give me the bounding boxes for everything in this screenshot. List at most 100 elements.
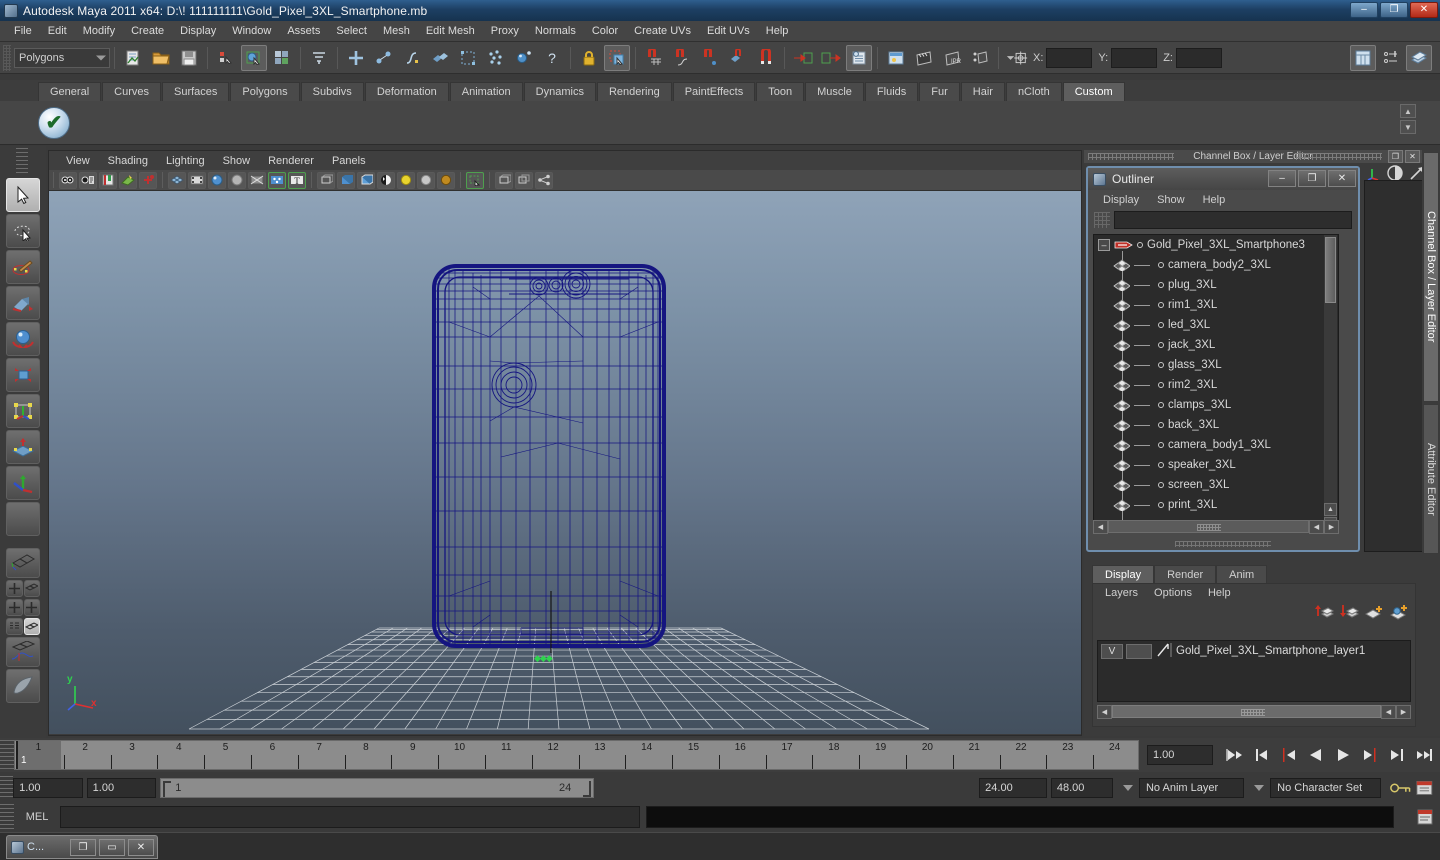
menu-modify[interactable]: Modify <box>75 23 123 39</box>
shelf-tab-rendering[interactable]: Rendering <box>596 82 672 101</box>
viewport-menu-lighting[interactable]: Lighting <box>157 154 214 168</box>
shadows-icon[interactable] <box>437 171 455 189</box>
xray-icon[interactable] <box>248 171 266 189</box>
range-end-time-field[interactable]: 24.00 <box>979 778 1047 798</box>
x-coordinate-field[interactable] <box>1046 47 1093 68</box>
dock-restore-button[interactable]: ❐ <box>1388 150 1403 163</box>
select-by-component-type-icon[interactable] <box>269 45 295 71</box>
render-settings-icon[interactable]: IPR <box>939 45 965 71</box>
move-layer-down-icon[interactable] <box>1339 603 1359 621</box>
use-default-light-icon[interactable] <box>397 171 415 189</box>
construction-history-icon[interactable] <box>846 44 872 71</box>
outliner-item-led_3xl[interactable]: led_3XL <box>1094 315 1338 335</box>
shelf-tab-surfaces[interactable]: Surfaces <box>161 82 230 101</box>
time-slider-gripper[interactable] <box>0 740 14 770</box>
move-layer-up-icon[interactable] <box>1314 603 1334 621</box>
snap-to-curve-icon[interactable] <box>669 45 695 71</box>
outliner-item-jack_3xl[interactable]: jack_3XL <box>1094 335 1338 355</box>
outliner-item-screen_3xl[interactable]: screen_3XL <box>1094 475 1338 495</box>
animation-start-time-field[interactable]: 1.00 <box>13 778 83 798</box>
lattice-component-icon[interactable] <box>455 45 481 71</box>
persp-graph-editor-layout[interactable] <box>6 637 40 667</box>
outliner-persp-layout[interactable] <box>6 618 23 635</box>
gate-mask-icon[interactable] <box>228 171 246 189</box>
viewport-menu-view[interactable]: View <box>57 154 99 168</box>
dock-close-button[interactable]: ✕ <box>1405 150 1420 163</box>
character-set-selector[interactable]: No Character Set <box>1270 778 1381 798</box>
menu-create-uvs[interactable]: Create UVs <box>626 23 699 39</box>
menu-edit-mesh[interactable]: Edit Mesh <box>418 23 483 39</box>
range-start-time-field[interactable]: 1.00 <box>86 778 157 798</box>
shelf-tab-deformation[interactable]: Deformation <box>364 82 449 101</box>
layer-menu-layers[interactable]: Layers <box>1097 586 1146 600</box>
play-forwards-button[interactable] <box>1329 743 1356 767</box>
taskbar-minimize-button[interactable]: ▭ <box>99 838 125 856</box>
resolution-gate-icon[interactable] <box>208 171 226 189</box>
viewport-canvas[interactable]: ◆◆◆ y x <box>49 191 1081 734</box>
new-layer-icon[interactable] <box>1364 603 1384 621</box>
scrollbar-thumb[interactable] <box>1325 237 1336 303</box>
outliner-resize-grip[interactable] <box>1175 541 1271 547</box>
animation-end-time-field[interactable]: 48.00 <box>1050 778 1113 798</box>
surface-component-icon[interactable] <box>427 45 453 71</box>
dynamics-component-icon[interactable] <box>511 45 537 71</box>
outliner-item-glass_3xl[interactable]: glass_3XL <box>1094 355 1338 375</box>
outliner-menu-show[interactable]: Show <box>1148 193 1194 207</box>
share-viewport-icon[interactable] <box>535 171 553 189</box>
layer-hscroll-track[interactable] <box>1112 705 1381 718</box>
statusbar-gripper[interactable] <box>3 44 11 71</box>
step-back-key-button[interactable] <box>1248 743 1275 767</box>
animation-preferences-icon[interactable] <box>1415 779 1434 797</box>
shelf-tab-muscle[interactable]: Muscle <box>805 82 864 101</box>
display-layers-icon[interactable] <box>515 171 533 189</box>
save-scene-icon[interactable] <box>176 45 202 71</box>
paint-select-tool[interactable] <box>6 250 40 284</box>
shelf-tab-custom[interactable]: Custom <box>1062 82 1125 101</box>
close-button[interactable]: ✕ <box>1410 2 1438 18</box>
layer-list-scrollbar[interactable]: ◀ ◀ ▶ <box>1097 704 1411 719</box>
last-tool-used[interactable] <box>6 502 40 536</box>
channel-box-toggle-icon[interactable] <box>1350 44 1376 71</box>
layer-state-toggle[interactable] <box>1126 643 1152 659</box>
menu-normals[interactable]: Normals <box>527 23 584 39</box>
custom-check-icon[interactable]: ✔ <box>38 106 70 139</box>
help-icon[interactable]: ? <box>539 45 565 71</box>
toolbox-gripper[interactable] <box>16 148 28 176</box>
universal-manipulator-tool[interactable] <box>6 394 40 428</box>
shelf-tab-dynamics[interactable]: Dynamics <box>523 82 596 101</box>
lock-icon[interactable] <box>576 45 602 71</box>
outliner-item-clamps_3xl[interactable]: clamps_3XL <box>1094 395 1338 415</box>
menuset-selector[interactable]: Polygons <box>14 47 110 68</box>
shelf-scroll-down-icon[interactable]: ▼ <box>1400 120 1416 134</box>
menu-window[interactable]: Window <box>224 23 279 39</box>
lights-toggle-icon[interactable] <box>268 171 286 189</box>
shelf-tab-general[interactable]: General <box>38 82 102 101</box>
outliner-item-camera_body2_3xl[interactable]: camera_body2_3XL <box>1094 255 1338 275</box>
side-tab-attribute-editor[interactable]: Attribute Editor <box>1423 404 1439 554</box>
ipr-render-icon[interactable] <box>911 45 937 71</box>
outliner-item-camera_body1_3xl[interactable]: camera_body1_3XL <box>1094 435 1338 455</box>
outliner-close-button[interactable]: ✕ <box>1328 170 1356 187</box>
play-backwards-button[interactable] <box>1302 743 1329 767</box>
layer-visibility-toggle[interactable]: V <box>1101 643 1123 659</box>
layer-editor-tab-render[interactable]: Render <box>1154 565 1217 583</box>
snap-to-point-icon[interactable] <box>697 45 723 71</box>
go-to-end-button[interactable] <box>1410 743 1437 767</box>
shelf-tab-animation[interactable]: Animation <box>449 82 523 101</box>
smooth-preview-icon[interactable] <box>495 171 513 189</box>
step-back-frame-button[interactable] <box>1275 743 1302 767</box>
three-pane-layout[interactable] <box>23 599 40 616</box>
scroll-up-arrow-icon[interactable]: ▲ <box>1324 503 1337 516</box>
attribute-editor-toggle-icon[interactable] <box>1406 44 1432 71</box>
shelf-tab-curves[interactable]: Curves <box>102 82 161 101</box>
taskbar-restore-button[interactable]: ❐ <box>70 838 96 856</box>
step-forward-key-button[interactable] <box>1383 743 1410 767</box>
selection-mask-icon[interactable] <box>213 45 239 71</box>
grid-toggle-icon[interactable] <box>168 171 186 189</box>
anim-layer-chevron-icon[interactable] <box>1254 785 1265 791</box>
menu-file[interactable]: File <box>6 23 40 39</box>
shaded-wireframe-icon[interactable] <box>357 171 375 189</box>
persp-outliner-layout[interactable] <box>23 580 40 597</box>
wireframe-icon[interactable] <box>317 171 335 189</box>
layer-menu-options[interactable]: Options <box>1146 586 1200 600</box>
